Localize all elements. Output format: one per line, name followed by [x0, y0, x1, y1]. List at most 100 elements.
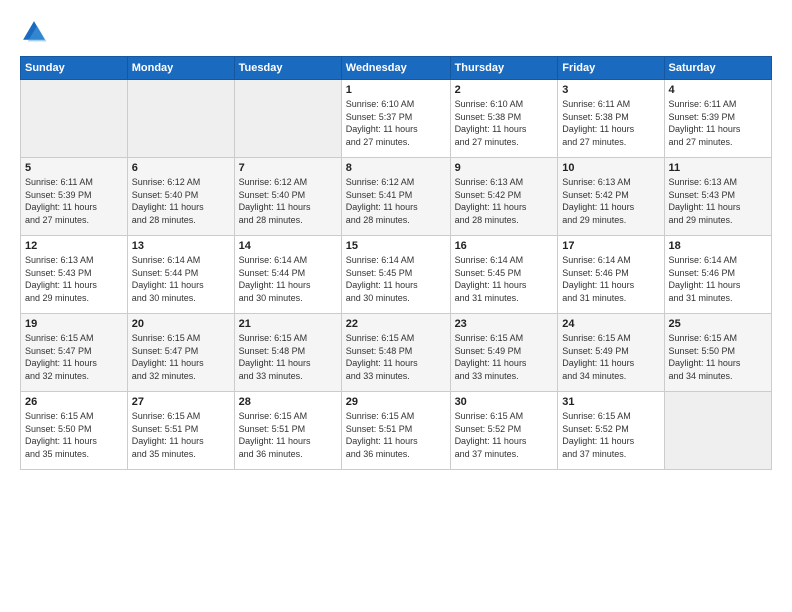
day-number: 21	[239, 318, 337, 330]
calendar-cell: 31Sunrise: 6:15 AM Sunset: 5:52 PM Dayli…	[558, 392, 664, 470]
day-of-week-header: Saturday	[664, 57, 771, 80]
day-info: Sunrise: 6:13 AM Sunset: 5:43 PM Dayligh…	[25, 254, 123, 304]
day-number: 11	[669, 162, 767, 174]
day-number: 4	[669, 84, 767, 96]
day-info: Sunrise: 6:12 AM Sunset: 5:40 PM Dayligh…	[239, 176, 337, 226]
day-info: Sunrise: 6:15 AM Sunset: 5:48 PM Dayligh…	[346, 332, 446, 382]
day-info: Sunrise: 6:15 AM Sunset: 5:51 PM Dayligh…	[346, 410, 446, 460]
calendar-cell	[127, 80, 234, 158]
day-number: 20	[132, 318, 230, 330]
day-number: 19	[25, 318, 123, 330]
day-number: 29	[346, 396, 446, 408]
day-number: 13	[132, 240, 230, 252]
day-number: 24	[562, 318, 659, 330]
calendar-week-row: 12 Sunrise: 6:13 AM Sunset: 5:43 PM Dayli…	[21, 236, 772, 314]
day-number: 6	[132, 162, 230, 174]
day-info: Sunrise: 6:15 AM Sunset: 5:47 PM Dayligh…	[25, 332, 123, 382]
calendar-week-row: 5 Sunrise: 6:11 AM Sunset: 5:39 PM Daylig…	[21, 158, 772, 236]
day-number: 30	[455, 396, 554, 408]
calendar-cell: 13Sunrise: 6:14 AM Sunset: 5:44 PM Dayli…	[127, 236, 234, 314]
day-info: Sunrise: 6:15 AM Sunset: 5:49 PM Dayligh…	[562, 332, 659, 382]
day-info: Sunrise: 6:15 AM Sunset: 5:48 PM Dayligh…	[239, 332, 337, 382]
calendar-week-row: 1 Sunrise: 6:10 AM Sunset: 5:37 PM Daylig…	[21, 80, 772, 158]
calendar-cell: 22 Sunrise: 6:15 AM Sunset: 5:48 PM Dayli…	[341, 314, 450, 392]
day-number: 31	[562, 396, 659, 408]
calendar-cell	[664, 392, 771, 470]
day-number: 27	[132, 396, 230, 408]
day-info: Sunrise: 6:11 AM Sunset: 5:38 PM Dayligh…	[562, 98, 659, 148]
calendar-cell	[21, 80, 128, 158]
day-number: 3	[562, 84, 659, 96]
day-number: 15	[346, 240, 446, 252]
day-info: Sunrise: 6:15 AM Sunset: 5:50 PM Dayligh…	[669, 332, 767, 382]
calendar-cell: 26Sunrise: 6:15 AM Sunset: 5:50 PM Dayli…	[21, 392, 128, 470]
calendar-cell: 16 Sunrise: 6:14 AM Sunset: 5:45 PM Dayli…	[450, 236, 558, 314]
calendar-cell: 21 Sunrise: 6:15 AM Sunset: 5:48 PM Dayli…	[234, 314, 341, 392]
day-number: 16	[455, 240, 554, 252]
day-info: Sunrise: 6:14 AM Sunset: 5:46 PM Dayligh…	[562, 254, 659, 304]
calendar-cell: 23 Sunrise: 6:15 AM Sunset: 5:49 PM Dayli…	[450, 314, 558, 392]
calendar-cell	[234, 80, 341, 158]
day-number: 17	[562, 240, 659, 252]
calendar-cell: 4 Sunrise: 6:11 AM Sunset: 5:39 PM Daylig…	[664, 80, 771, 158]
calendar-cell: 12 Sunrise: 6:13 AM Sunset: 5:43 PM Dayli…	[21, 236, 128, 314]
day-of-week-header: Friday	[558, 57, 664, 80]
day-info: Sunrise: 6:13 AM Sunset: 5:42 PM Dayligh…	[562, 176, 659, 226]
day-number: 28	[239, 396, 337, 408]
day-number: 1	[346, 84, 446, 96]
calendar-cell: 25 Sunrise: 6:15 AM Sunset: 5:50 PM Dayli…	[664, 314, 771, 392]
calendar-cell: 5 Sunrise: 6:11 AM Sunset: 5:39 PM Daylig…	[21, 158, 128, 236]
calendar-week-row: 26Sunrise: 6:15 AM Sunset: 5:50 PM Dayli…	[21, 392, 772, 470]
calendar-header-row: SundayMondayTuesdayWednesdayThursdayFrid…	[21, 57, 772, 80]
day-info: Sunrise: 6:10 AM Sunset: 5:37 PM Dayligh…	[346, 98, 446, 148]
calendar-cell: 18 Sunrise: 6:14 AM Sunset: 5:46 PM Dayli…	[664, 236, 771, 314]
calendar-cell: 19 Sunrise: 6:15 AM Sunset: 5:47 PM Dayli…	[21, 314, 128, 392]
day-of-week-header: Wednesday	[341, 57, 450, 80]
calendar-cell: 9Sunrise: 6:13 AM Sunset: 5:42 PM Daylig…	[450, 158, 558, 236]
day-info: Sunrise: 6:13 AM Sunset: 5:43 PM Dayligh…	[669, 176, 767, 226]
day-number: 9	[455, 162, 554, 174]
calendar-cell: 11 Sunrise: 6:13 AM Sunset: 5:43 PM Dayli…	[664, 158, 771, 236]
day-info: Sunrise: 6:11 AM Sunset: 5:39 PM Dayligh…	[25, 176, 123, 226]
day-info: Sunrise: 6:12 AM Sunset: 5:41 PM Dayligh…	[346, 176, 446, 226]
day-number: 18	[669, 240, 767, 252]
day-info: Sunrise: 6:12 AM Sunset: 5:40 PM Dayligh…	[132, 176, 230, 226]
day-info: Sunrise: 6:14 AM Sunset: 5:46 PM Dayligh…	[669, 254, 767, 304]
calendar-cell: 15 Sunrise: 6:14 AM Sunset: 5:45 PM Dayli…	[341, 236, 450, 314]
calendar-cell: 29 Sunrise: 6:15 AM Sunset: 5:51 PM Dayli…	[341, 392, 450, 470]
calendar-cell: 30 Sunrise: 6:15 AM Sunset: 5:52 PM Dayli…	[450, 392, 558, 470]
day-number: 23	[455, 318, 554, 330]
calendar-cell: 20 Sunrise: 6:15 AM Sunset: 5:47 PM Dayli…	[127, 314, 234, 392]
calendar-cell: 6 Sunrise: 6:12 AM Sunset: 5:40 PM Daylig…	[127, 158, 234, 236]
day-of-week-header: Tuesday	[234, 57, 341, 80]
calendar-cell: 8Sunrise: 6:12 AM Sunset: 5:41 PM Daylig…	[341, 158, 450, 236]
day-info: Sunrise: 6:15 AM Sunset: 5:51 PM Dayligh…	[239, 410, 337, 460]
day-number: 22	[346, 318, 446, 330]
day-info: Sunrise: 6:14 AM Sunset: 5:44 PM Dayligh…	[239, 254, 337, 304]
day-of-week-header: Sunday	[21, 57, 128, 80]
calendar-table: SundayMondayTuesdayWednesdayThursdayFrid…	[20, 56, 772, 470]
day-info: Sunrise: 6:15 AM Sunset: 5:49 PM Dayligh…	[455, 332, 554, 382]
calendar-cell: 28 Sunrise: 6:15 AM Sunset: 5:51 PM Dayli…	[234, 392, 341, 470]
day-info: Sunrise: 6:10 AM Sunset: 5:38 PM Dayligh…	[455, 98, 554, 148]
day-of-week-header: Monday	[127, 57, 234, 80]
day-info: Sunrise: 6:14 AM Sunset: 5:45 PM Dayligh…	[346, 254, 446, 304]
day-number: 5	[25, 162, 123, 174]
day-info: Sunrise: 6:15 AM Sunset: 5:52 PM Dayligh…	[455, 410, 554, 460]
logo	[20, 18, 52, 46]
day-number: 25	[669, 318, 767, 330]
calendar-cell: 7Sunrise: 6:12 AM Sunset: 5:40 PM Daylig…	[234, 158, 341, 236]
day-info: Sunrise: 6:11 AM Sunset: 5:39 PM Dayligh…	[669, 98, 767, 148]
day-info: Sunrise: 6:15 AM Sunset: 5:51 PM Dayligh…	[132, 410, 230, 460]
calendar-cell: 10Sunrise: 6:13 AM Sunset: 5:42 PM Dayli…	[558, 158, 664, 236]
day-info: Sunrise: 6:15 AM Sunset: 5:47 PM Dayligh…	[132, 332, 230, 382]
day-of-week-header: Thursday	[450, 57, 558, 80]
calendar-cell: 17 Sunrise: 6:14 AM Sunset: 5:46 PM Dayli…	[558, 236, 664, 314]
day-number: 2	[455, 84, 554, 96]
logo-icon	[20, 18, 48, 46]
calendar-cell: 24 Sunrise: 6:15 AM Sunset: 5:49 PM Dayli…	[558, 314, 664, 392]
day-info: Sunrise: 6:14 AM Sunset: 5:45 PM Dayligh…	[455, 254, 554, 304]
calendar-cell: 3 Sunrise: 6:11 AM Sunset: 5:38 PM Daylig…	[558, 80, 664, 158]
day-number: 12	[25, 240, 123, 252]
day-info: Sunrise: 6:15 AM Sunset: 5:50 PM Dayligh…	[25, 410, 123, 460]
